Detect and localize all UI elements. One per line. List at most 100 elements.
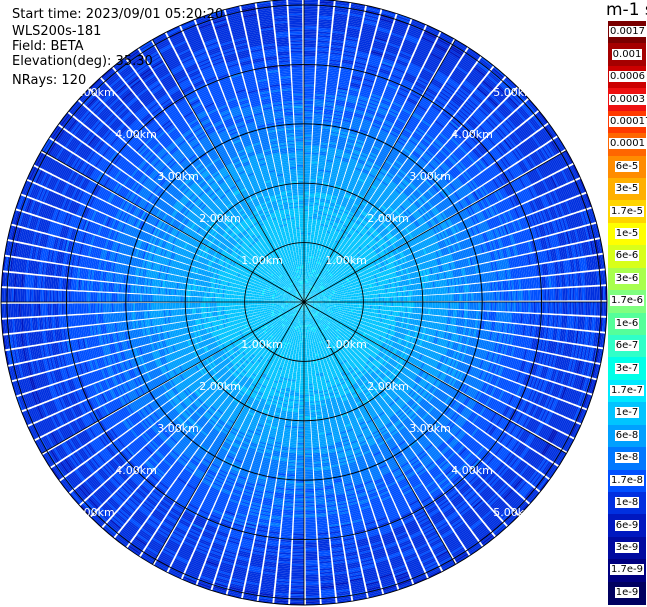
range-gate-cell	[304, 163, 311, 165]
range-gate-cell	[304, 25, 317, 28]
range-gate-cell	[343, 299, 345, 302]
range-gate-cell	[341, 297, 344, 300]
range-gate-cell	[307, 277, 309, 280]
range-gate-cell	[307, 237, 311, 240]
range-gate-cell	[304, 27, 317, 30]
range-gate-cell	[321, 298, 324, 300]
range-gate-cell	[346, 299, 349, 302]
range-gate-cell	[304, 284, 306, 286]
range-gate-cell	[308, 255, 311, 258]
range-gate-cell	[304, 114, 313, 117]
range-gate-cell	[306, 255, 309, 258]
range-gate-cell	[308, 272, 311, 275]
range-gate-cell	[304, 186, 310, 189]
range-gate-cell	[368, 298, 370, 302]
range-gate-cell	[304, 7, 318, 10]
range-gate-cell	[304, 134, 312, 137]
range-gate-cell	[304, 116, 313, 119]
range-gate-cell	[385, 293, 388, 298]
range-gate-cell	[304, 211, 309, 213]
range-gate-cell	[304, 230, 308, 233]
range-gate-cell	[346, 297, 349, 300]
range-gate-cell	[339, 298, 342, 300]
range-gate-cell	[410, 296, 413, 302]
range-gate-cell	[306, 262, 308, 265]
range-gate-cell	[304, 164, 311, 167]
range-gate-cell	[342, 295, 345, 298]
range-gate-cell	[361, 298, 363, 302]
range-gate-cell	[337, 300, 340, 302]
range-gate-cell	[304, 232, 308, 235]
range-gate-cell	[308, 223, 312, 226]
range-gate-cell	[348, 299, 351, 302]
range-gate-cell	[336, 300, 338, 302]
range-gate-cell	[304, 102, 314, 105]
range-gate-cell	[308, 259, 311, 262]
range-gate-cell	[304, 81, 315, 83]
range-gate-cell	[310, 274, 313, 277]
range-gate-cell	[304, 150, 311, 153]
range-gate-cell	[305, 277, 307, 279]
range-gate-cell	[334, 298, 336, 301]
range-gate-cell	[307, 263, 310, 265]
range-gate-cell	[304, 200, 309, 203]
range-gate-cell	[355, 293, 358, 297]
range-gate-cell	[335, 298, 338, 301]
range-gate-cell	[324, 297, 327, 299]
range-gate-cell	[304, 136, 312, 139]
range-gate-cell	[419, 295, 422, 302]
range-gate-cell	[316, 300, 319, 302]
range-gate-cell	[305, 275, 307, 278]
range-gate-cell	[378, 294, 381, 298]
range-gate-cell	[306, 280, 308, 283]
range-gate-cell	[340, 293, 343, 296]
range-gate-cell	[304, 56, 316, 59]
range-gate-cell	[308, 270, 311, 273]
range-gate-cell	[331, 295, 334, 298]
range-gate-cell	[328, 297, 331, 300]
range-gate-cell	[304, 234, 308, 237]
range-gate-cell	[304, 111, 313, 114]
range-gate-cell	[321, 300, 324, 301]
range-gate-cell	[304, 236, 307, 238]
range-gate-cell	[307, 230, 311, 233]
range-gate-cell	[332, 297, 335, 299]
range-gate-cell	[304, 88, 314, 91]
range-gate-cell	[304, 118, 313, 121]
range-gate-cell	[304, 282, 306, 285]
range-gate-cell	[304, 97, 314, 99]
range-gate-cell	[304, 286, 306, 288]
range-gate-cell	[382, 293, 385, 298]
range-gate-cell	[304, 209, 309, 212]
range-gate-cell	[309, 252, 312, 255]
range-gate-cell	[306, 245, 310, 247]
range-gate-cell	[304, 75, 315, 78]
range-gate-cell	[320, 300, 322, 302]
range-gate-cell	[306, 275, 308, 278]
range-gate-cell	[366, 298, 369, 302]
range-gate-cell	[304, 243, 307, 245]
range-gate-cell	[323, 299, 326, 301]
range-gate-cell	[337, 296, 340, 299]
range-gate-cell	[306, 273, 309, 276]
range-gate-cell	[308, 273, 310, 276]
range-gate-cell	[304, 155, 311, 158]
range-gate-cell	[359, 299, 361, 302]
range-gate-cell	[304, 52, 316, 55]
range-gate-cell	[394, 297, 397, 302]
range-gate-cell	[325, 299, 328, 301]
range-gate-cell	[305, 270, 308, 272]
range-gate-cell	[308, 254, 312, 257]
range-gate-cell	[304, 289, 306, 292]
range-gate-cell	[309, 248, 312, 251]
range-gate-cell	[360, 295, 363, 299]
range-gate-cell	[304, 120, 313, 123]
range-gate-cell	[304, 125, 313, 128]
range-gate-cell	[304, 287, 306, 290]
range-gate-cell	[344, 295, 347, 298]
range-gate-cell	[400, 296, 402, 302]
range-gate-cell	[304, 184, 310, 187]
range-gate-cell	[304, 95, 314, 98]
range-gate-cell	[374, 294, 377, 298]
range-gate-cell	[304, 207, 309, 210]
